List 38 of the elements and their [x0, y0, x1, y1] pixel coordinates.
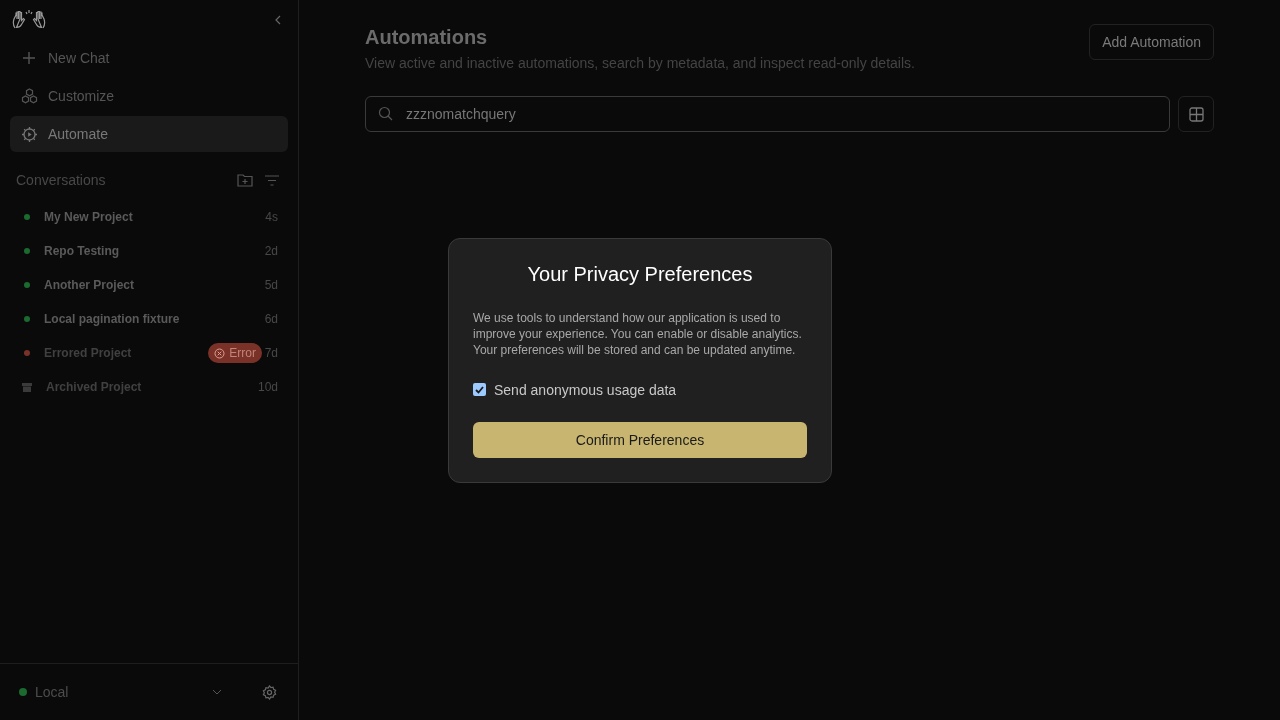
section-title: Conversations	[16, 172, 106, 188]
page-subtitle: View active and inactive automations, search by metadata, and inspect read-only details.	[365, 55, 915, 71]
nav-item[interactable]: New Chat	[10, 40, 288, 76]
dialog-body: We use tools to understand how our application is used to improve your experience. You can enable or disable analytics. Your preferences will be stored and can be updated anytime.	[473, 309, 803, 358]
grid-view-button[interactable]	[1178, 96, 1214, 132]
conversation-title[interactable]: Repo Testing	[44, 244, 262, 258]
checkbox[interactable]	[473, 383, 486, 396]
collapse-chevron-icon[interactable]	[274, 15, 282, 25]
conversation-age: 6d	[264, 312, 278, 326]
archive-box-icon	[22, 382, 32, 392]
plus-icon	[22, 51, 36, 65]
dialog-title: Your Privacy Preferences	[526, 262, 754, 286]
workspace-label[interactable]: Local	[35, 684, 204, 700]
nav-item[interactable]: Customize	[10, 78, 288, 114]
chevron-down-icon[interactable]	[212, 689, 222, 695]
confirm-button[interactable]: Confirm Preferences	[473, 421, 807, 458]
nav-item[interactable]: Automate	[10, 116, 288, 152]
search-icon	[378, 106, 393, 121]
conversation-age: 5d	[264, 278, 278, 292]
conversation-age: 2d	[264, 244, 278, 258]
search-field[interactable]: zzznomatchquery	[365, 96, 1170, 132]
cubes-icon	[20, 87, 38, 105]
raised-hands-logo	[12, 9, 46, 31]
error-badge: Error	[208, 343, 262, 363]
add-automation-button[interactable]: Add Automation	[1089, 24, 1214, 60]
settings-icon[interactable]	[262, 684, 277, 700]
conversation-title[interactable]: Local pagination fixture	[44, 312, 262, 326]
checkbox-label[interactable]: Send anonymous usage data	[494, 381, 677, 398]
grid-icon	[1188, 106, 1204, 122]
conversation-title[interactable]: My New Project	[44, 210, 262, 224]
folder-plus-icon[interactable]	[237, 173, 253, 187]
gear-play-icon	[20, 125, 38, 143]
filter-icon[interactable]	[265, 174, 279, 186]
page-title: Automations	[365, 26, 489, 49]
conversation-age: 7d	[264, 346, 278, 360]
conversation-age: 4s	[264, 210, 278, 224]
conversation-title[interactable]: Another Project	[44, 278, 262, 292]
conversation-age: 10d	[257, 380, 278, 394]
